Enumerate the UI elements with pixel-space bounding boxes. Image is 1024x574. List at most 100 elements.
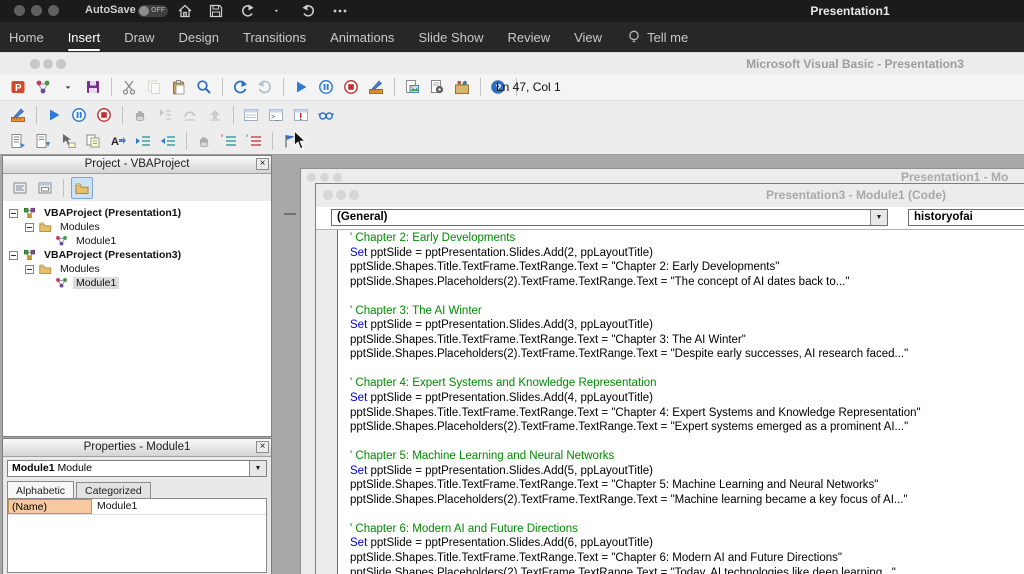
quick-watch-icon[interactable] [316,105,336,125]
ribbon-tab-insert[interactable]: Insert [67,26,100,51]
home-icon[interactable] [176,3,193,20]
powerpoint-icon[interactable]: P [8,77,28,97]
list-constants-icon[interactable] [33,131,53,151]
view-code-icon[interactable] [10,178,30,198]
run-icon[interactable] [44,105,64,125]
property-value-cell[interactable]: Module1 [92,499,142,514]
zoom-traffic-light[interactable] [48,5,59,16]
collapse-expander-icon[interactable] [9,250,18,260]
uncomment-block-icon[interactable]: ' [244,131,264,151]
find-icon[interactable] [194,77,214,97]
ribbon-tab-draw[interactable]: Draw [124,26,154,49]
tree-item-modules[interactable]: Modules [3,262,271,276]
design-mode-icon[interactable] [366,77,386,97]
properties-window-icon[interactable] [427,77,447,97]
back-minimize-dot[interactable] [320,173,329,182]
undo-icon[interactable] [230,77,250,97]
property-row[interactable]: (Name) Module1 [8,499,266,515]
param-info-icon[interactable] [83,131,103,151]
step-into-icon[interactable] [155,105,175,125]
ribbon-tab-design[interactable]: Design [179,26,219,49]
reset-icon[interactable] [341,77,361,97]
watch-window-icon[interactable]: ! [291,105,311,125]
close-traffic-light[interactable] [14,5,25,16]
collapse-expander-icon[interactable] [25,222,34,232]
vb-close-traffic-light[interactable] [30,59,40,69]
property-name-cell[interactable]: (Name) [8,499,92,514]
ribbon-tab-review[interactable]: Review [507,26,550,49]
undo-mac-icon[interactable] [238,3,255,20]
components-icon[interactable] [33,77,53,97]
ribbon-tab-home[interactable]: Home [9,26,44,49]
redo-icon[interactable] [255,77,275,97]
object-browser-icon[interactable] [452,77,472,97]
break-icon[interactable] [69,105,89,125]
project-panel-close-icon[interactable]: × [256,158,269,170]
minimize-traffic-light[interactable] [31,5,42,16]
copy-icon[interactable] [144,77,164,97]
back-close-dot[interactable] [307,173,316,182]
code-minimize-dot[interactable] [336,190,346,200]
ribbon-tab-animations[interactable]: Animations [330,26,394,49]
properties-dropdown-caret-icon[interactable]: ▼ [249,461,266,476]
save-icon[interactable] [83,77,103,97]
properties-tab-alphabetic[interactable]: Alphabetic [7,481,75,498]
properties-panel-header[interactable]: Properties - Module1 × [3,439,271,457]
code-window-titlebar[interactable]: Presentation3 - Module1 (Code) [316,184,1024,208]
run-icon[interactable] [291,77,311,97]
autosave-toggle[interactable]: OFF [138,5,168,17]
code-close-dot[interactable] [323,190,333,200]
tree-item-vbaproject-presentation1-[interactable]: VBAProject (Presentation1) [3,206,271,220]
project-explorer-icon[interactable] [402,77,422,97]
tree-item-modules[interactable]: Modules [3,220,271,234]
paste-icon[interactable] [169,77,189,97]
save-outline-icon[interactable] [207,3,224,20]
properties-panel-close-icon[interactable]: × [256,441,269,453]
locals-window-icon[interactable] [241,105,261,125]
vb-minimize-traffic-light[interactable] [43,59,53,69]
margin-indicator-bar[interactable] [316,230,338,574]
break-icon[interactable] [316,77,336,97]
cut-icon[interactable] [119,77,139,97]
view-object-icon[interactable] [35,178,55,198]
toggle-folders-icon[interactable] [71,176,93,199]
design-mode-icon[interactable] [8,105,28,125]
comment-block-icon[interactable]: ' [219,131,239,151]
hand-icon[interactable] [130,105,150,125]
caret-down-sm-icon[interactable] [58,77,78,97]
ribbon-tab-slide-show[interactable]: Slide Show [418,26,483,49]
list-properties-icon[interactable] [8,131,28,151]
immediate-window-icon[interactable]: >_ [266,105,286,125]
redo-mac-icon[interactable] [300,3,317,20]
reset-icon[interactable] [94,105,114,125]
tree-item-module1[interactable]: Module1 [3,234,271,248]
code-editor[interactable]: ' Chapter 2: Early Developments Set pptSl… [338,230,1024,574]
ellipsis-icon[interactable] [331,3,348,20]
step-over-icon[interactable] [180,105,200,125]
code-zoom-dot[interactable] [349,190,359,200]
project-panel-header[interactable]: Project - VBAProject × [3,156,271,174]
caret-down-icon[interactable] [269,3,286,20]
properties-tab-categorized[interactable]: Categorized [76,482,151,498]
outdent-icon[interactable] [158,131,178,151]
mouse-cursor [293,131,307,150]
quick-info-icon[interactable] [58,131,78,151]
ribbon-tab-view[interactable]: View [574,26,602,49]
code-line: pptSlide.Shapes.Placeholders(2).TextFram… [350,421,909,434]
back-zoom-dot[interactable] [333,173,342,182]
hand-icon[interactable] [194,131,214,151]
properties-object-dropdown[interactable]: Module1 Module ▼ [7,460,267,477]
collapse-expander-icon[interactable] [25,264,34,274]
tree-item-vbaproject-presentation3-[interactable]: VBAProject (Presentation3) [3,248,271,262]
vb-zoom-traffic-light[interactable] [56,59,66,69]
collapse-expander-icon[interactable] [9,208,18,218]
step-out-icon[interactable] [205,105,225,125]
tree-item-module1[interactable]: Module1 [3,276,271,290]
object-dropdown-caret-icon[interactable]: ▼ [870,210,887,225]
ribbon-tab-transitions[interactable]: Transitions [243,26,306,49]
complete-word-icon[interactable]: A [108,131,128,151]
indent-icon[interactable] [133,131,153,151]
object-dropdown[interactable]: (General) ▼ [331,209,888,226]
ribbon-tab-tell-me[interactable]: Tell me [626,25,688,49]
procedure-dropdown[interactable]: historyofai [908,209,1024,226]
